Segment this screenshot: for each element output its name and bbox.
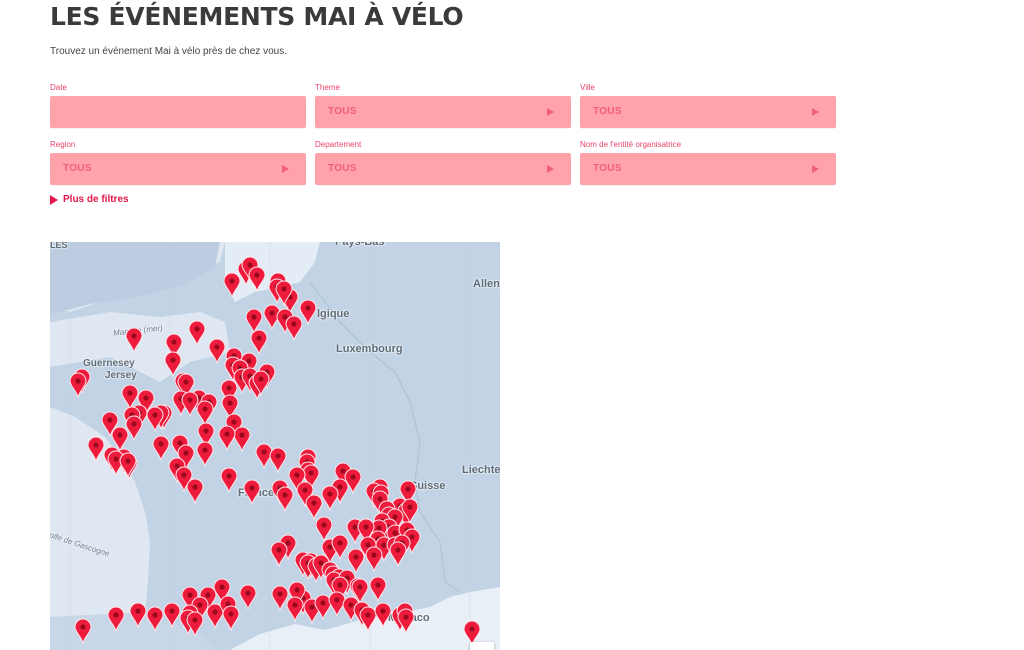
map-pin-icon[interactable] xyxy=(146,406,164,433)
map-pin-icon[interactable] xyxy=(275,280,293,307)
filter-organisateur: Nom de l'entité organisatrice TOUS xyxy=(580,139,836,185)
filter-ville-label: Ville xyxy=(580,83,595,92)
map-pin-icon[interactable] xyxy=(269,447,287,474)
departement-value: TOUS xyxy=(328,163,357,174)
map-pin-icon[interactable] xyxy=(243,479,261,506)
triangle-right-icon xyxy=(812,108,819,116)
england-land xyxy=(50,242,220,314)
triangle-right-icon xyxy=(547,165,554,173)
theme-value: TOUS xyxy=(328,106,357,117)
region-select[interactable]: TOUS xyxy=(50,153,306,185)
more-filters-toggle[interactable]: Plus de filtres xyxy=(50,194,129,205)
page-title: LES ÉVÉNEMENTS MAI À VÉLO xyxy=(50,2,464,31)
map-pin-icon[interactable] xyxy=(248,266,266,293)
map-pin-icon[interactable] xyxy=(374,602,392,629)
region-value: TOUS xyxy=(63,163,92,174)
map-pin-icon[interactable] xyxy=(188,320,206,347)
map-label-jersey: Jersey xyxy=(105,370,137,381)
map-label-pays-bas: Pays-Bas xyxy=(335,242,385,248)
theme-select[interactable]: TOUS xyxy=(315,96,571,128)
filter-organisateur-label: Nom de l'entité organisatrice xyxy=(580,140,682,149)
events-map[interactable]: LES Pays-Bas Allen lgique Luxembourg Gue… xyxy=(50,242,500,650)
map-pin-icon[interactable] xyxy=(129,602,147,629)
organisateur-value: TOUS xyxy=(593,163,622,174)
map-label-liechtenstein: Liechte xyxy=(462,464,500,476)
departement-select[interactable]: TOUS xyxy=(315,153,571,185)
map-pin-icon[interactable] xyxy=(223,272,241,299)
map-pin-icon[interactable] xyxy=(321,485,339,512)
more-filters-label: Plus de filtres xyxy=(63,194,129,205)
map-pin-icon[interactable] xyxy=(365,546,383,573)
map-pin-icon[interactable] xyxy=(270,541,288,568)
map-label-allemagne: Allen xyxy=(473,278,500,290)
map-zoom-control[interactable] xyxy=(470,642,494,650)
map-pin-icon[interactable] xyxy=(196,441,214,468)
filter-theme-label: Theme xyxy=(315,83,340,92)
map-pin-icon[interactable] xyxy=(276,486,294,513)
map-label-belgique: lgique xyxy=(317,308,350,320)
map-pin-icon[interactable] xyxy=(186,478,204,505)
filter-date-label: Date xyxy=(50,83,67,92)
map-pin-icon[interactable] xyxy=(397,608,415,635)
ville-select[interactable]: TOUS xyxy=(580,96,836,128)
map-pin-icon[interactable] xyxy=(186,611,204,638)
page-subtitle: Trouvez un événement Mai à vélo près de … xyxy=(50,46,287,57)
filter-date: Date xyxy=(50,82,306,128)
map-pin-icon[interactable] xyxy=(107,606,125,633)
filter-ville: Ville TOUS xyxy=(580,82,836,128)
map-pin-icon[interactable] xyxy=(389,541,407,568)
map-pin-icon[interactable] xyxy=(222,605,240,632)
filter-departement: Departement TOUS xyxy=(315,139,571,185)
triangle-right-icon xyxy=(282,165,289,173)
map-pin-icon[interactable] xyxy=(286,596,304,623)
organisateur-select[interactable]: TOUS xyxy=(580,153,836,185)
map-label-luxembourg: Luxembourg xyxy=(336,343,403,355)
map-pin-icon[interactable] xyxy=(125,327,143,354)
map-pin-icon[interactable] xyxy=(285,315,303,342)
filter-theme: Theme TOUS xyxy=(315,82,571,128)
triangle-right-icon xyxy=(50,194,58,205)
map-pin-icon[interactable] xyxy=(69,372,87,399)
triangle-right-icon xyxy=(547,108,554,116)
map-pin-icon[interactable] xyxy=(119,452,137,479)
filter-region: Region TOUS xyxy=(50,139,306,185)
map-pin-icon[interactable] xyxy=(218,425,236,452)
filter-region-label: Region xyxy=(50,140,76,149)
map-pin-icon[interactable] xyxy=(239,584,257,611)
map-pin-icon[interactable] xyxy=(74,618,92,645)
date-input[interactable] xyxy=(50,96,306,128)
map-label-iles: LES xyxy=(50,242,68,250)
map-pin-icon[interactable] xyxy=(220,467,238,494)
map-pin-icon[interactable] xyxy=(369,576,387,603)
map-pin-icon[interactable] xyxy=(146,606,164,633)
map-pin-icon[interactable] xyxy=(252,370,270,397)
triangle-right-icon xyxy=(812,165,819,173)
filter-departement-label: Departement xyxy=(315,140,362,149)
ville-value: TOUS xyxy=(593,106,622,117)
